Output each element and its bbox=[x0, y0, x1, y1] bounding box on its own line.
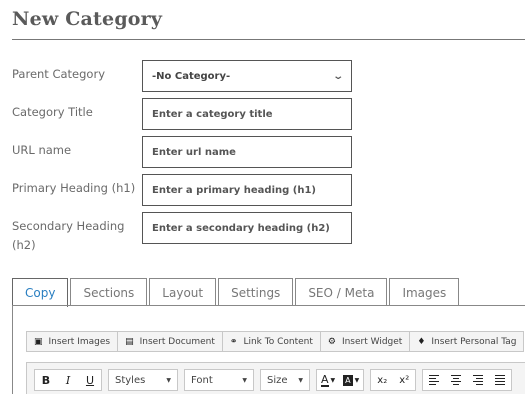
insert-widget-label: Insert Widget bbox=[341, 336, 403, 347]
script-group: x₂ x² bbox=[370, 369, 417, 391]
chevron-down-icon: ▼ bbox=[166, 376, 171, 384]
align-center-icon[interactable] bbox=[445, 370, 467, 390]
subscript-button[interactable]: x₂ bbox=[371, 370, 393, 390]
primary-heading-input[interactable] bbox=[142, 174, 352, 206]
underline-button[interactable]: U bbox=[79, 370, 101, 390]
secondary-heading-label-line2: (h2) bbox=[12, 238, 36, 252]
editor-tabs: Copy Sections Layout Settings SEO / Meta… bbox=[12, 278, 461, 307]
font-label: Font bbox=[191, 374, 213, 386]
secondary-heading-label-line1: Secondary Heading bbox=[12, 219, 125, 233]
align-right-icon[interactable] bbox=[467, 370, 489, 390]
styles-label: Styles bbox=[115, 374, 146, 386]
category-title-label: Category Title bbox=[12, 105, 93, 119]
insert-images-label: Insert Images bbox=[48, 336, 111, 347]
superscript-button[interactable]: x² bbox=[393, 370, 415, 390]
gear-icon: ⚙ bbox=[327, 336, 336, 347]
page-title: New Category bbox=[12, 8, 163, 30]
align-justify-icon[interactable] bbox=[489, 370, 511, 390]
styles-dropdown[interactable]: Styles ▼ bbox=[108, 369, 178, 391]
tab-copy[interactable]: Copy bbox=[12, 278, 69, 307]
parent-category-select[interactable]: -No Category- ⌄ bbox=[142, 60, 352, 92]
link-icon: ⚭ bbox=[229, 336, 238, 347]
chevron-down-icon: ▼ bbox=[298, 376, 303, 384]
insert-personal-tag-label: Insert Personal Tag bbox=[431, 336, 517, 347]
format-toolbar: B I U Styles ▼ Font ▼ Size ▼ A ▼ A ▼ x₂ … bbox=[26, 362, 525, 394]
parent-category-value: -No Category- bbox=[152, 70, 231, 82]
tab-layout[interactable]: Layout bbox=[149, 278, 217, 306]
basic-style-group: B I U bbox=[34, 369, 102, 391]
insert-images-button[interactable]: ▣ Insert Images bbox=[27, 332, 119, 351]
font-dropdown[interactable]: Font ▼ bbox=[184, 369, 254, 391]
tab-settings[interactable]: Settings bbox=[218, 278, 294, 306]
align-left-icon[interactable] bbox=[423, 370, 445, 390]
tab-sections[interactable]: Sections bbox=[70, 278, 148, 306]
url-name-input[interactable] bbox=[142, 136, 352, 168]
camera-icon: ▣ bbox=[34, 336, 43, 347]
primary-heading-label: Primary Heading (h1) bbox=[12, 181, 136, 195]
text-color-button[interactable]: A ▼ bbox=[317, 370, 339, 390]
link-to-content-label: Link To Content bbox=[243, 336, 313, 347]
secondary-heading-input[interactable] bbox=[142, 212, 352, 244]
tab-seo-meta[interactable]: SEO / Meta bbox=[295, 278, 388, 306]
chevron-down-icon: ▼ bbox=[330, 376, 336, 384]
url-name-label: URL name bbox=[12, 143, 72, 157]
background-color-icon: A bbox=[343, 374, 353, 386]
title-divider bbox=[12, 39, 525, 40]
document-icon: ▤ bbox=[125, 336, 134, 347]
secondary-heading-label: Secondary Heading (h2) bbox=[12, 217, 140, 255]
italic-button[interactable]: I bbox=[57, 370, 79, 390]
color-group: A ▼ A ▼ bbox=[316, 369, 365, 391]
size-dropdown[interactable]: Size ▼ bbox=[260, 369, 310, 391]
insert-document-label: Insert Document bbox=[139, 336, 215, 347]
insert-widget-button[interactable]: ⚙ Insert Widget bbox=[321, 332, 411, 351]
chevron-down-icon: ▼ bbox=[354, 376, 360, 384]
insert-personal-tag-button[interactable]: ♦ Insert Personal Tag bbox=[410, 332, 523, 351]
chevron-down-icon: ⌄ bbox=[331, 70, 344, 82]
link-to-content-button[interactable]: ⚭ Link To Content bbox=[223, 332, 321, 351]
parent-category-label: Parent Category bbox=[12, 67, 105, 81]
category-title-input[interactable] bbox=[142, 98, 352, 130]
chevron-down-icon: ▼ bbox=[242, 376, 247, 384]
alignment-group bbox=[422, 369, 513, 391]
bold-button[interactable]: B bbox=[35, 370, 57, 390]
insert-document-button[interactable]: ▤ Insert Document bbox=[118, 332, 223, 351]
background-color-button[interactable]: A ▼ bbox=[339, 370, 363, 390]
size-label: Size bbox=[267, 374, 288, 386]
tab-panel-border bbox=[12, 305, 13, 394]
tag-icon: ♦ bbox=[417, 336, 426, 347]
tab-divider bbox=[12, 305, 525, 306]
text-color-icon: A bbox=[321, 372, 329, 387]
insert-toolbar: ▣ Insert Images ▤ Insert Document ⚭ Link… bbox=[26, 331, 525, 352]
tab-images[interactable]: Images bbox=[389, 278, 460, 306]
